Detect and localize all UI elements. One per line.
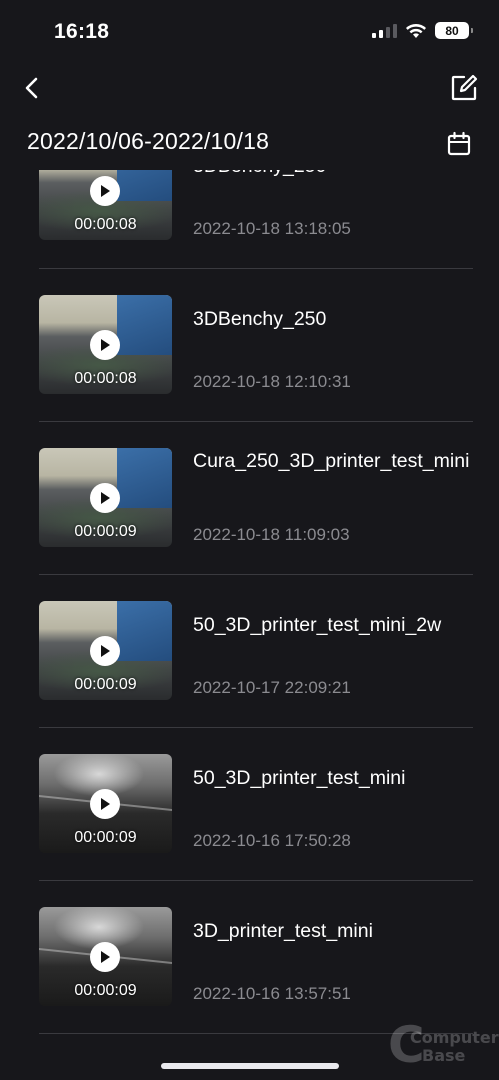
play-button[interactable]	[90, 789, 120, 819]
play-icon	[101, 798, 110, 810]
status-indicators: 80	[372, 22, 473, 39]
video-duration: 00:00:08	[74, 370, 137, 387]
home-indicator[interactable]	[161, 1063, 339, 1069]
play-button[interactable]	[90, 330, 120, 360]
play-button[interactable]	[90, 483, 120, 513]
video-date: 2022-10-16 13:57:51	[193, 984, 351, 1003]
video-duration: 00:00:09	[74, 829, 137, 846]
watermark-line2: Base	[422, 1046, 466, 1065]
video-date: 2022-10-18 13:18:05	[193, 219, 351, 238]
video-duration: 00:00:09	[74, 982, 137, 999]
cellular-signal-icon	[372, 23, 397, 38]
video-list-item[interactable]: 00:00:09 Cura_250_3D_printer_test_mini 2…	[0, 422, 499, 575]
play-icon	[101, 951, 110, 963]
video-title: 3DBenchy_250	[193, 308, 327, 330]
video-thumbnail[interactable]: 00:00:09	[39, 907, 172, 1006]
video-title: 3D_printer_test_mini	[193, 920, 373, 942]
video-thumbnail[interactable]: 00:00:08	[39, 170, 172, 240]
video-title: 50_3D_printer_test_mini_2w	[193, 614, 442, 636]
play-icon	[101, 492, 110, 504]
play-button[interactable]	[90, 176, 120, 206]
video-thumbnail[interactable]: 00:00:09	[39, 754, 172, 853]
edit-icon[interactable]	[450, 74, 478, 102]
video-list-item[interactable]: 00:00:08 3DBenchy_250 2022-10-18 12:10:3…	[0, 269, 499, 422]
video-duration: 00:00:09	[74, 523, 137, 540]
video-date: 2022-10-17 22:09:21	[193, 678, 351, 697]
back-chevron-icon[interactable]	[20, 73, 44, 103]
status-bar: 16:18 80	[0, 0, 499, 66]
video-title: Cura_250_3D_printer_test_mini	[193, 450, 470, 472]
video-duration: 00:00:09	[74, 676, 137, 693]
calendar-icon[interactable]	[446, 131, 472, 157]
video-title: 50_3D_printer_test_mini	[193, 767, 406, 789]
play-icon	[101, 645, 110, 657]
video-date: 2022-10-18 11:09:03	[193, 525, 350, 544]
video-list-item[interactable]: 00:00:09 3D_printer_test_mini 2022-10-16…	[0, 881, 499, 1034]
video-thumbnail[interactable]: 00:00:09	[39, 601, 172, 700]
battery-indicator: 80	[435, 22, 473, 39]
video-thumbnail[interactable]: 00:00:09	[39, 448, 172, 547]
video-list-item[interactable]: 00:00:08 3DBenchy_250 2022-10-18 13:18:0…	[0, 170, 499, 269]
video-duration: 00:00:08	[74, 216, 137, 233]
video-list[interactable]: 00:00:08 3DBenchy_250 2022-10-18 13:18:0…	[0, 170, 499, 1040]
wifi-icon	[406, 23, 426, 38]
play-icon	[101, 339, 110, 351]
video-date: 2022-10-18 12:10:31	[193, 372, 351, 391]
video-thumbnail[interactable]: 00:00:08	[39, 295, 172, 394]
play-button[interactable]	[90, 942, 120, 972]
video-list-item[interactable]: 00:00:09 50_3D_printer_test_mini_2w 2022…	[0, 575, 499, 728]
video-list-item[interactable]: 00:00:09 50_3D_printer_test_mini 2022-10…	[0, 728, 499, 881]
status-time: 16:18	[54, 20, 110, 43]
date-range-title[interactable]: 2022/10/06-2022/10/18	[27, 128, 269, 155]
play-icon	[101, 185, 110, 197]
play-button[interactable]	[90, 636, 120, 666]
video-title: 3DBenchy_250	[193, 170, 483, 179]
computerbase-watermark: C Computer Base	[388, 1016, 499, 1074]
watermark-line1: Computer	[410, 1028, 499, 1047]
video-date: 2022-10-16 17:50:28	[193, 831, 351, 850]
